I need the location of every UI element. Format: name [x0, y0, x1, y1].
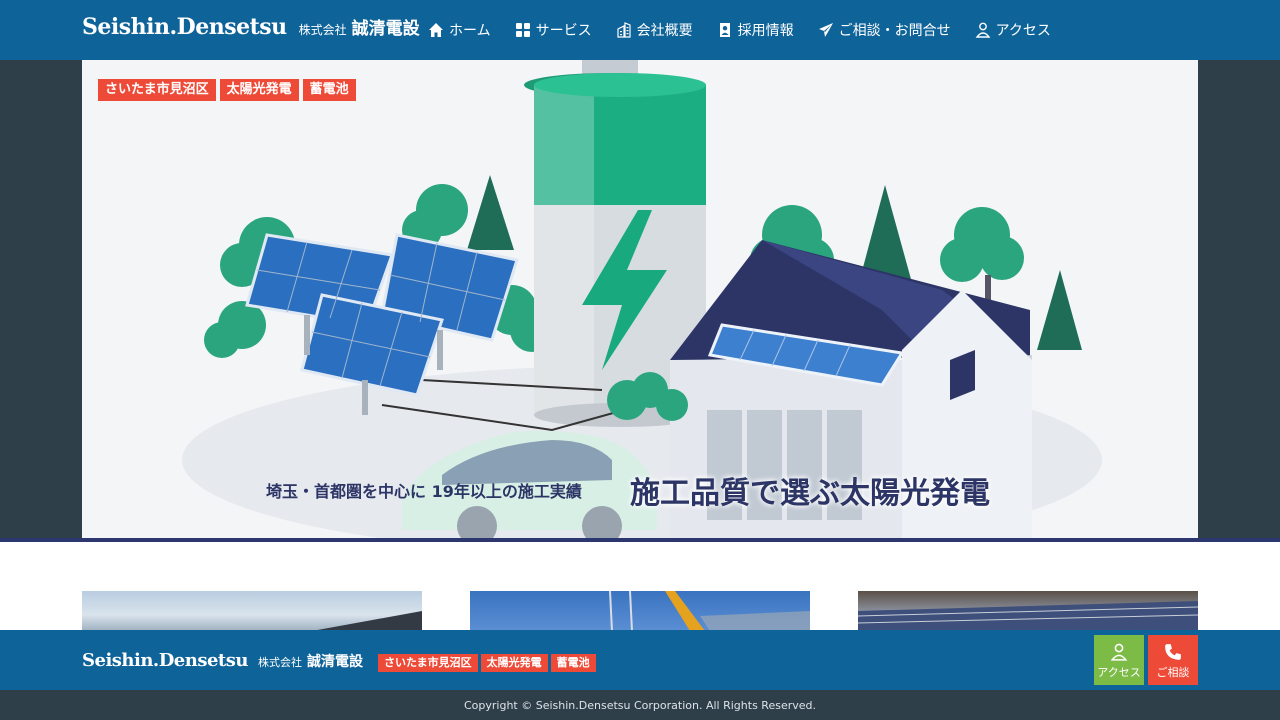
nav-home[interactable]: ホーム — [428, 20, 491, 40]
paper-plane-icon — [818, 23, 833, 37]
nav-recruit-label: 採用情報 — [737, 23, 794, 39]
footer-brand[interactable]: Seishin.Densetsu 株式会社 誠清電設 — [82, 650, 363, 671]
nav-services-label: サービス — [535, 23, 592, 39]
nav-access-label: アクセス — [995, 23, 1051, 39]
footer-tag-battery: 蓄電池 — [550, 654, 596, 672]
nav-company[interactable]: 会社概要 — [616, 20, 693, 40]
phone-icon — [1165, 644, 1181, 660]
footer-tag-location: さいたま市見沼区 — [378, 654, 478, 672]
roof-photo — [312, 611, 422, 631]
nav-home-label: ホーム — [449, 23, 491, 39]
footer-tag-solar: 太陽光発電 — [480, 654, 548, 672]
company-name: 誠清電設 — [351, 19, 420, 39]
nav-access[interactable]: アクセス — [975, 20, 1051, 40]
home-icon — [429, 23, 443, 37]
company-prefix: 株式会社 — [298, 23, 347, 37]
hero-banner: さいたま市見沼区 太陽光発電 蓄電池 埼玉・首都圏を中心に 19年以上の施工実績… — [82, 60, 1198, 538]
site-footer: Seishin.Densetsu 株式会社 誠清電設 さいたま市見沼区 太陽光発… — [0, 630, 1280, 690]
main-nav: ホーム サービス 会社概要 採用情報 ご相談・お問合せ アクセス — [428, 0, 1075, 60]
nav-contact-label: ご相談・お問合せ — [838, 23, 951, 39]
grid-icon — [515, 23, 530, 37]
access-button-label: アクセス — [1097, 666, 1141, 679]
service-thumbnail-crane[interactable] — [470, 591, 810, 631]
tag-location: さいたま市見沼区 — [98, 79, 216, 101]
service-thumbnail-roof[interactable] — [82, 591, 422, 631]
building-icon — [616, 22, 631, 38]
contact-button-label: ご相談 — [1156, 666, 1190, 679]
nav-company-label: 会社概要 — [636, 23, 693, 39]
brand[interactable]: Seishin.Densetsu 株式会社 誠清電設 — [82, 14, 420, 40]
access-button[interactable]: アクセス — [1094, 635, 1144, 685]
nav-contact[interactable]: ご相談・お問合せ — [818, 20, 951, 40]
brand-logo[interactable]: Seishin.Densetsu — [82, 14, 287, 40]
hero-bottom-border — [0, 538, 1280, 542]
site-header: Seishin.Densetsu 株式会社 誠清電設 ホーム サービス 会社概要… — [0, 0, 1280, 60]
contact-button[interactable]: ご相談 — [1148, 635, 1198, 685]
hero-title: 施工品質で選ぶ太陽光発電 — [630, 476, 990, 511]
tag-solar: 太陽光発電 — [219, 79, 299, 101]
copyright: Copyright © Seishin.Densetsu Corporation… — [0, 690, 1280, 720]
solar-field-photo — [858, 601, 1198, 631]
person-pin-icon — [1110, 643, 1128, 661]
footer-company-name: 誠清電設 — [306, 654, 363, 670]
service-thumbnail-solar-field[interactable] — [858, 591, 1198, 631]
person-pin-icon — [975, 22, 990, 38]
id-badge-icon — [719, 23, 730, 37]
footer-tags: さいたま市見沼区 太陽光発電 蓄電池 — [378, 654, 599, 672]
nav-recruit[interactable]: 採用情報 — [717, 20, 794, 40]
hero-subtitle: 埼玉・首都圏を中心に 19年以上の施工実績 — [266, 482, 582, 501]
solar-battery-illustration — [182, 60, 1102, 538]
tag-battery: 蓄電池 — [302, 79, 356, 101]
crane-photo — [609, 591, 810, 631]
nav-services[interactable]: サービス — [515, 20, 592, 40]
footer-logo[interactable]: Seishin.Densetsu — [82, 650, 248, 671]
hero-tags: さいたま市見沼区 太陽光発電 蓄電池 — [98, 79, 360, 101]
footer-company-prefix: 株式会社 — [257, 656, 302, 669]
